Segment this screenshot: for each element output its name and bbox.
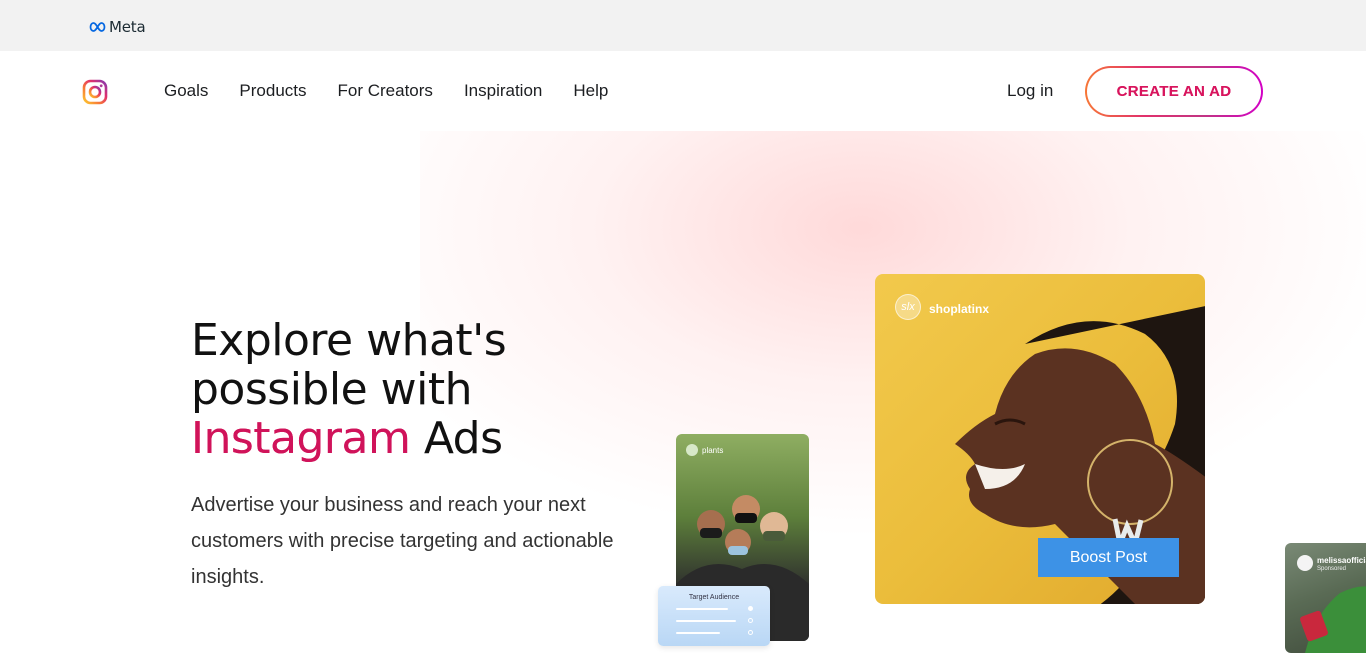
target-audience-card: Target Audience: [658, 586, 770, 646]
target-audience-title: Target Audience: [688, 594, 740, 601]
nav-links: Goals Products For Creators Inspiration …: [164, 81, 639, 101]
meta-logo[interactable]: Meta: [88, 18, 146, 36]
create-ad-button-inner: CREATE AN AD: [1087, 68, 1261, 115]
hero-title-line1: Explore what's: [191, 315, 507, 366]
login-link[interactable]: Log in: [1007, 81, 1053, 101]
create-ad-label: CREATE AN AD: [1116, 83, 1232, 100]
hero-description: Advertise your business and reach your n…: [191, 494, 614, 588]
hero-title: Explore what's possible with Instagram A…: [191, 316, 631, 463]
hero-title-end: Ads: [410, 413, 503, 464]
audience-line: [676, 608, 728, 610]
nav-link-inspiration[interactable]: Inspiration: [464, 81, 542, 101]
nav-link-help[interactable]: Help: [573, 81, 608, 101]
ad-account-username: shoplatinx: [929, 302, 990, 316]
ad-account-avatar: slx: [895, 294, 921, 320]
audience-radio-icon: [748, 606, 753, 611]
hero-section: Explore what's possible with Instagram A…: [191, 316, 631, 595]
hero-title-highlight: Instagram: [191, 413, 411, 464]
meta-infinity-icon: [89, 22, 106, 32]
meta-top-bar: Meta: [0, 0, 1366, 51]
audience-line: [676, 632, 720, 634]
audience-radio-icon: [748, 618, 753, 623]
hero-title-line2: possible with: [191, 364, 472, 415]
instagram-logo-icon[interactable]: [82, 79, 108, 105]
ad-preview-card: slx shoplatinx Boost Post: [875, 274, 1205, 604]
ad-preview-card-partial: melissaofficial Sponsored: [1285, 543, 1366, 653]
audience-line: [676, 620, 736, 622]
main-nav: Goals Products For Creators Inspiration …: [0, 51, 1366, 131]
meta-logo-text: Meta: [109, 18, 146, 36]
nav-link-for-creators[interactable]: For Creators: [338, 81, 433, 101]
audience-radio-icon: [748, 630, 753, 635]
nav-link-products[interactable]: Products: [239, 81, 306, 101]
nav-link-goals[interactable]: Goals: [164, 81, 208, 101]
partial-card-illustration: [1300, 586, 1366, 653]
boost-post-button[interactable]: Boost Post: [1038, 538, 1179, 577]
create-ad-button[interactable]: CREATE AN AD: [1085, 66, 1263, 117]
